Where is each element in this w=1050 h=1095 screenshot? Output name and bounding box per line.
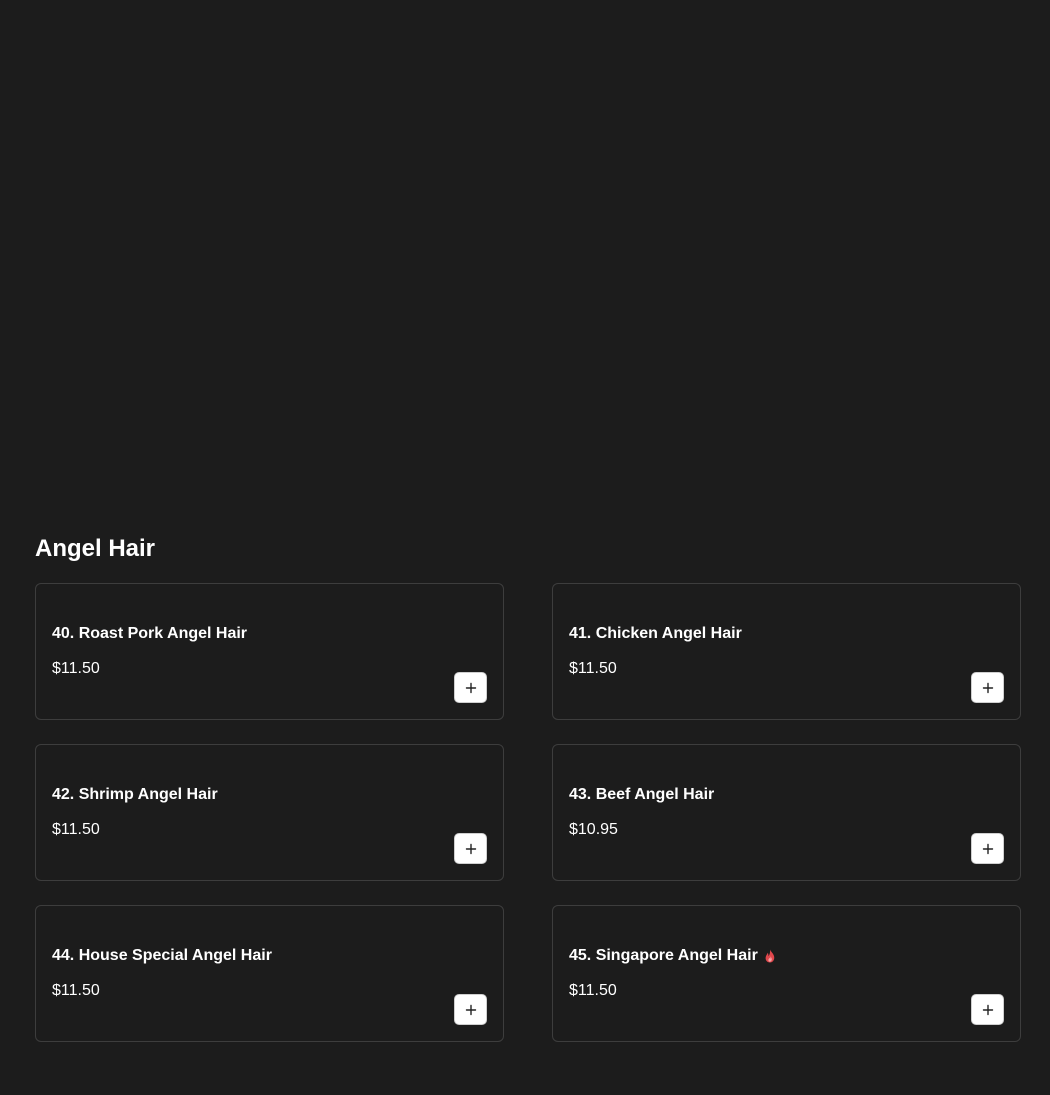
section-title: Angel Hair (35, 535, 156, 562)
plus-icon (982, 843, 993, 854)
plus-icon (465, 682, 476, 693)
add-item-button[interactable] (971, 994, 1004, 1025)
menu-item-price: $11.50 (52, 660, 100, 677)
menu-item-name: 42. Shrimp Angel Hair (52, 785, 218, 805)
menu-item-card[interactable]: 43. Beef Angel Hair $10.95 (552, 744, 1021, 881)
menu-item-card[interactable]: 44. House Special Angel Hair $11.50 (35, 905, 504, 1042)
menu-item-name-text: 41. Chicken Angel Hair (569, 625, 742, 642)
menu-item-name-text: 42. Shrimp Angel Hair (52, 786, 218, 803)
menu-item-name-text: 44. House Special Angel Hair (52, 947, 272, 964)
menu-item-name: 45. Singapore Angel Hair (569, 946, 776, 966)
menu-item-name-text: 45. Singapore Angel Hair (569, 947, 758, 964)
add-item-button[interactable] (454, 833, 487, 864)
plus-icon (982, 682, 993, 693)
plus-icon (465, 1004, 476, 1015)
menu-item-card[interactable]: 42. Shrimp Angel Hair $11.50 (35, 744, 504, 881)
menu-items-grid: 40. Roast Pork Angel Hair $11.50 41. Chi… (35, 583, 1021, 1042)
menu-item-price: $10.95 (569, 821, 618, 838)
menu-item-price: $11.50 (52, 982, 100, 999)
empty-header-area (0, 0, 1050, 530)
menu-item-card[interactable]: 41. Chicken Angel Hair $11.50 (552, 583, 1021, 720)
menu-item-card[interactable]: 45. Singapore Angel Hair $11.50 (552, 905, 1021, 1042)
menu-item-price: $11.50 (569, 982, 617, 999)
menu-item-name-text: 43. Beef Angel Hair (569, 786, 715, 803)
menu-item-card[interactable]: 40. Roast Pork Angel Hair $11.50 (35, 583, 504, 720)
menu-item-price: $11.50 (52, 821, 100, 838)
add-item-button[interactable] (971, 672, 1004, 703)
flame-icon (765, 949, 775, 963)
menu-item-name: 40. Roast Pork Angel Hair (52, 624, 247, 644)
add-item-button[interactable] (454, 994, 487, 1025)
menu-page: Angel Hair 40. Roast Pork Angel Hair $11… (0, 0, 1050, 1095)
menu-item-name: 43. Beef Angel Hair (569, 785, 714, 805)
add-item-button[interactable] (454, 672, 487, 703)
plus-icon (982, 1004, 993, 1015)
menu-item-name: 41. Chicken Angel Hair (569, 624, 742, 644)
plus-icon (465, 843, 476, 854)
menu-item-name: 44. House Special Angel Hair (52, 946, 272, 966)
menu-item-price: $11.50 (569, 660, 617, 677)
menu-item-name-text: 40. Roast Pork Angel Hair (52, 625, 248, 642)
add-item-button[interactable] (971, 833, 1004, 864)
